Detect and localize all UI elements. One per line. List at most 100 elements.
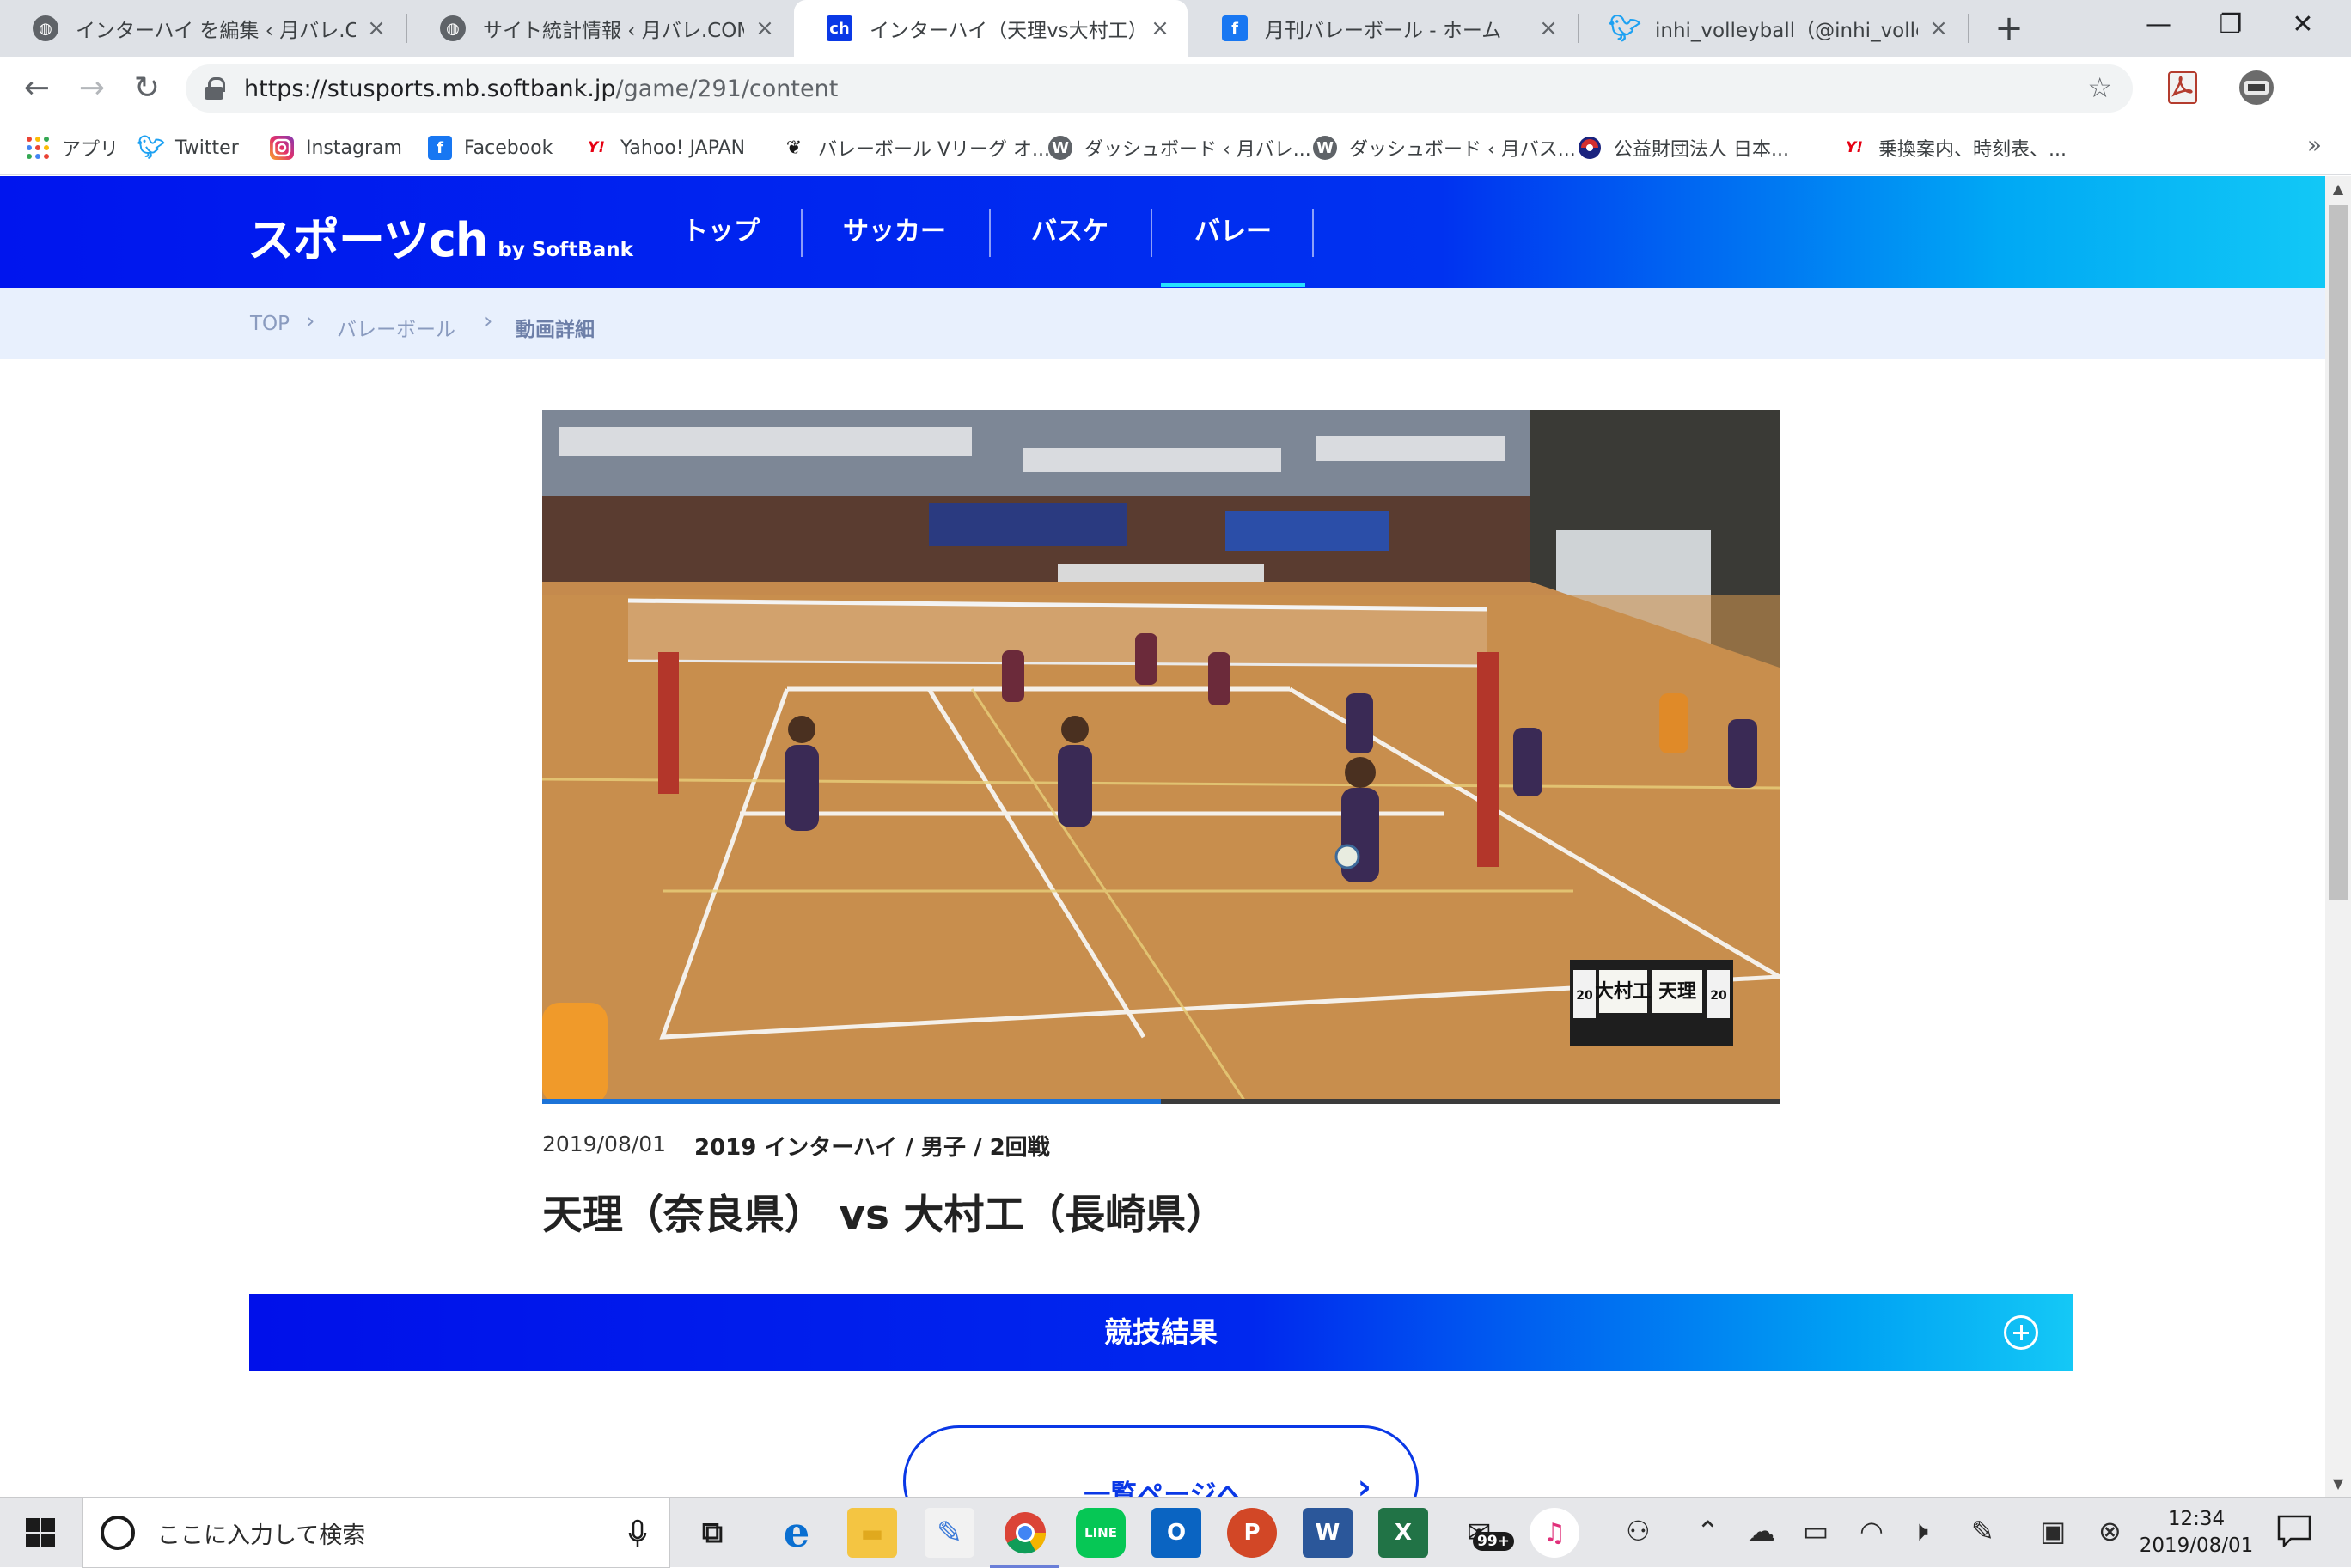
mail-badge-app-icon[interactable]: ✉ 99+	[1454, 1508, 1514, 1558]
close-window-button[interactable]: ✕	[2269, 0, 2337, 50]
chevron-right-icon: ›	[484, 308, 493, 334]
results-accordion[interactable]: 競技結果	[249, 1294, 2073, 1371]
close-tab-icon[interactable]: ×	[1538, 15, 1559, 41]
close-tab-icon[interactable]: ×	[366, 15, 387, 41]
paint-icon[interactable]: ✎	[925, 1508, 974, 1558]
notification-badge: 99+	[1473, 1532, 1514, 1551]
scroll-up-arrow-icon[interactable]: ▲	[2325, 176, 2351, 202]
bookmark-dashboard-getsubasu[interactable]: W ダッシュボード ‹ 月バス...	[1313, 131, 1576, 165]
bookmark-instagram[interactable]: Instagram	[270, 131, 402, 165]
tab-strip: ◍ インターハイ を編集 ‹ 月バレ.COM × ◍ サイト統計情報 ‹ 月バレ…	[0, 0, 2351, 57]
tab-site-stats[interactable]: ◍ サイト統計情報 ‹ 月バレ.COM — ×	[407, 0, 792, 57]
close-tab-icon[interactable]: ×	[1150, 15, 1170, 41]
breadcrumb-video-detail: 動画詳細	[516, 319, 595, 341]
video-progress-fill	[542, 1099, 1161, 1104]
close-tab-icon[interactable]: ×	[1928, 15, 1949, 41]
word-icon[interactable]: W	[1303, 1508, 1353, 1558]
bookmark-vleague[interactable]: ❦ バレーボール Vリーグ オ...	[782, 131, 1050, 165]
breadcrumb-top[interactable]: TOP	[250, 313, 290, 335]
twitter-icon: 🐦︎	[137, 135, 166, 161]
bookmark-twitter[interactable]: 🐦︎ Twitter	[137, 131, 239, 165]
breadcrumb-volleyball[interactable]: バレーボール	[337, 313, 455, 342]
minimize-button[interactable]: —	[2124, 0, 2193, 50]
bookmark-yahoo[interactable]: Y! Yahoo! JAPAN	[584, 131, 745, 165]
apps-grid-icon	[27, 137, 49, 159]
volume-muted-icon[interactable]: 🕨︎	[1911, 1515, 1928, 1548]
close-tab-icon[interactable]: ×	[754, 15, 775, 41]
reload-button[interactable]: ↻	[127, 69, 167, 108]
chrome-icon[interactable]	[1000, 1508, 1050, 1558]
list-page-label: 一覧ページへ	[1084, 1480, 1243, 1497]
chevron-right-icon: ›	[306, 308, 315, 334]
browser-toolbar: ← → ↻ https://stusports.mb.softbank.jp/g…	[0, 57, 2351, 120]
bookmark-star-icon[interactable]: ☆	[2087, 71, 2112, 104]
tab-separator	[1968, 14, 1969, 43]
keyboard-layout-icon[interactable]: ▣	[2040, 1515, 2066, 1547]
breadcrumb: TOP › バレーボール › 動画詳細	[0, 288, 2325, 359]
nav-top[interactable]: トップ	[650, 176, 792, 288]
bookmark-apps[interactable]: アプリ	[26, 131, 119, 165]
video-progress-bar[interactable]	[542, 1099, 1780, 1104]
bookmark-label: Twitter	[175, 137, 239, 159]
back-button[interactable]: ←	[17, 69, 57, 108]
video-date: 2019/08/01	[542, 1132, 667, 1156]
nav-soccer[interactable]: サッカー	[818, 176, 971, 288]
vleague-icon: ❦	[785, 137, 803, 159]
address-bar[interactable]: https://stusports.mb.softbank.jp/game/29…	[186, 64, 2133, 113]
scroll-down-arrow-icon[interactable]: ▼	[2325, 1471, 2351, 1497]
clock-time: 12:34	[2167, 1508, 2226, 1530]
bookmark-label: Instagram	[306, 137, 402, 159]
ch-icon: ch	[827, 15, 852, 41]
site-logo[interactable]: スポーツch by SoftBank	[247, 202, 633, 270]
bookmarks-overflow-button[interactable]: »	[2307, 131, 2322, 159]
chevron-up-icon[interactable]: ⌃	[1696, 1515, 1719, 1547]
edge-icon[interactable]: e	[772, 1508, 821, 1558]
profile-avatar-icon[interactable]	[2238, 69, 2275, 107]
tab-facebook-gekkan[interactable]: f 月刊バレーボール - ホーム ×	[1189, 0, 1576, 57]
ime-off-icon[interactable]: ⊗	[2098, 1515, 2122, 1547]
tab-twitter-inhi[interactable]: 🐦︎ inhi_volleyball（@inhi_volleyba ×	[1579, 0, 1966, 57]
search-placeholder: ここに入力して検索	[157, 1522, 366, 1549]
powerpoint-icon[interactable]: P	[1227, 1508, 1277, 1558]
people-icon[interactable]: ⚇	[1626, 1515, 1651, 1547]
wifi-icon[interactable]: ◠	[1859, 1515, 1884, 1547]
tab-interhigh-video[interactable]: ch インターハイ（天理vs大村工）の ×	[794, 0, 1188, 57]
bookmark-dashboard-getsubare[interactable]: W ダッシュボード ‹ 月バレ...	[1048, 131, 1311, 165]
bookmark-transit[interactable]: Y! 乗換案内、時刻表、...	[1842, 131, 2067, 165]
page-scrollbar[interactable]: ▲ ▼	[2325, 176, 2351, 1497]
file-explorer-icon[interactable]: ▬	[847, 1508, 897, 1558]
tab-edit-interhigh[interactable]: ◍ インターハイ を編集 ‹ 月バレ.COM ×	[0, 0, 404, 57]
restore-button[interactable]: ❐	[2196, 0, 2265, 50]
tab-title: inhi_volleyball（@inhi_volleyba	[1655, 20, 1918, 42]
start-button[interactable]	[0, 1498, 82, 1568]
nav-volleyball[interactable]: バレー	[1161, 176, 1305, 288]
plus-circle-icon[interactable]	[2004, 1315, 2038, 1350]
bookmark-facebook[interactable]: f Facebook	[428, 131, 553, 165]
chrome-logo-icon	[1005, 1512, 1047, 1554]
battery-icon[interactable]: ▭	[1803, 1515, 1829, 1547]
chevron-right-icon: ›	[1357, 1467, 1371, 1497]
taskbar-clock[interactable]: 12:34 2019/08/01	[2128, 1506, 2265, 1559]
tab-title: インターハイ（天理vs大村工）の	[870, 20, 1139, 42]
microphone-icon[interactable]	[628, 1519, 647, 1548]
new-tab-button[interactable]: +	[1989, 9, 2029, 48]
excel-icon[interactable]: X	[1378, 1508, 1428, 1558]
itunes-icon[interactable]: ♫	[1530, 1508, 1579, 1558]
list-page-button[interactable]: 一覧ページへ ›	[903, 1425, 1419, 1497]
bookmark-label: アプリ	[62, 139, 119, 161]
forward-button[interactable]: →	[72, 69, 112, 108]
bookmark-jva[interactable]: 公益財団法人 日本...	[1578, 131, 1789, 165]
pdf-extension-icon[interactable]	[2164, 69, 2201, 107]
video-player[interactable]: 大村工 天理 20 20	[542, 410, 1780, 1104]
taskbar-search-box[interactable]: ここに入力して検索	[82, 1498, 670, 1568]
nav-basketball[interactable]: バスケ	[999, 176, 1140, 288]
yahoo-icon: Y!	[1845, 139, 1864, 156]
outlook-icon[interactable]: O	[1151, 1508, 1201, 1558]
line-icon[interactable]: LINE	[1076, 1508, 1126, 1558]
scroll-thumb[interactable]	[2329, 205, 2348, 900]
pen-workspace-icon[interactable]: ✎	[1971, 1515, 1994, 1547]
url-host: https://stusports.mb.softbank.jp	[244, 75, 616, 102]
onedrive-cloud-icon[interactable]: ☁	[1748, 1515, 1775, 1547]
action-center-icon[interactable]	[2275, 1513, 2313, 1547]
task-view-icon[interactable]: ⧉	[687, 1508, 737, 1558]
